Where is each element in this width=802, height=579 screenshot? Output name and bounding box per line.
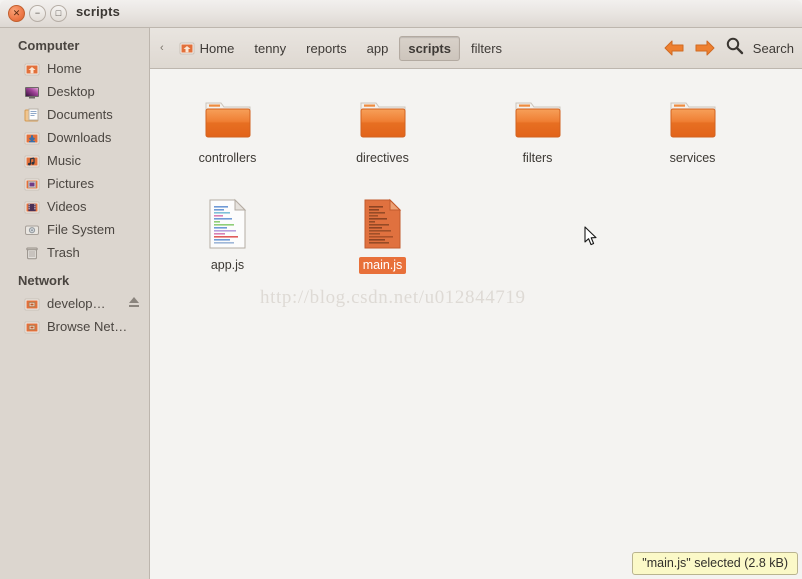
- file-manager-window: ✕ − □ scripts Computer Home Desktop Docu…: [0, 0, 802, 579]
- sidebar-item-documents[interactable]: Documents: [0, 103, 149, 126]
- sidebar-item-trash[interactable]: Trash: [0, 241, 149, 264]
- home-folder-icon: [24, 61, 40, 77]
- watermark-text: http://blog.csdn.net/u012844719: [260, 287, 526, 308]
- sidebar-heading-computer: Computer: [18, 38, 80, 53]
- item-label: app.js: [210, 257, 245, 272]
- search-label[interactable]: Search: [753, 41, 794, 56]
- sidebar-item-desktop[interactable]: Desktop: [0, 80, 149, 103]
- folder-item-controllers[interactable]: controllers: [150, 83, 305, 168]
- window-controls: ✕ − □: [8, 5, 67, 22]
- desktop-monitor-icon: [24, 84, 40, 100]
- drive-icon: [24, 222, 40, 238]
- breadcrumb-tenny[interactable]: tenny: [245, 36, 295, 61]
- sidebar-item-label: Desktop: [47, 84, 95, 99]
- breadcrumb-label: Home: [199, 40, 235, 56]
- item-label: filters: [522, 151, 553, 165]
- folder-icon: [615, 91, 770, 143]
- file-icon-view[interactable]: controllers directives filters services …: [150, 69, 802, 579]
- sidebar-item-pictures[interactable]: Pictures: [0, 172, 149, 195]
- sidebar-item-browse-network[interactable]: Browse Net…: [0, 315, 149, 338]
- sidebar-item-label: Videos: [47, 199, 87, 214]
- forward-arrow-icon[interactable]: [694, 38, 716, 58]
- file-item-main-js[interactable]: main.js: [305, 190, 460, 275]
- sidebar[interactable]: Computer Home Desktop Documents Download…: [0, 28, 150, 579]
- breadcrumb-label: app: [366, 40, 389, 56]
- item-label: services: [669, 151, 716, 165]
- item-label: directives: [356, 151, 409, 165]
- breadcrumb-label: reports: [306, 40, 347, 56]
- search-icon[interactable]: [725, 36, 744, 60]
- network-browse-icon: [24, 319, 40, 335]
- sidebar-item-label: Downloads: [47, 130, 112, 145]
- downloads-folder-icon: [24, 130, 40, 146]
- pathbar: ‹ Home tenny reports app scripts filters…: [150, 28, 802, 69]
- back-arrow-icon[interactable]: [663, 38, 685, 58]
- sidebar-item-label: Browse Net…: [47, 319, 128, 334]
- eject-icon[interactable]: [129, 297, 139, 307]
- home-folder-icon: [179, 40, 195, 56]
- breadcrumb-label: filters: [470, 40, 503, 56]
- item-label: controllers: [198, 151, 257, 165]
- icon-row: controllers directives filters services: [150, 83, 802, 168]
- sidebar-item-label: develop…: [47, 296, 106, 311]
- sidebar-item-music[interactable]: Music: [0, 149, 149, 172]
- pictures-folder-icon: [24, 176, 40, 192]
- sidebar-item-label: Music: [47, 153, 81, 168]
- breadcrumb-label: tenny: [254, 40, 287, 56]
- breadcrumb-overflow-icon[interactable]: ‹: [150, 42, 170, 54]
- sidebar-item-file-system[interactable]: File System: [0, 218, 149, 241]
- js-document-icon: [150, 198, 305, 250]
- pathbar-controls: Search: [663, 36, 802, 60]
- file-item-app-js[interactable]: app.js: [150, 190, 305, 275]
- sidebar-item-label: Documents: [47, 107, 113, 122]
- window-title: scripts: [76, 4, 121, 19]
- breadcrumb-filters[interactable]: filters: [462, 36, 511, 61]
- breadcrumb-app[interactable]: app: [358, 36, 398, 61]
- network-share-icon: [24, 296, 40, 312]
- sidebar-item-develop[interactable]: develop…: [0, 292, 149, 315]
- item-label: main.js: [358, 256, 407, 275]
- sidebar-item-downloads[interactable]: Downloads: [0, 126, 149, 149]
- folder-item-directives[interactable]: directives: [305, 83, 460, 168]
- music-folder-icon: [24, 153, 40, 169]
- folder-icon: [150, 91, 305, 143]
- sidebar-heading-network: Network: [18, 273, 70, 288]
- close-button[interactable]: ✕: [8, 5, 25, 22]
- sidebar-item-label: Pictures: [47, 176, 94, 191]
- sidebar-item-label: Trash: [47, 245, 80, 260]
- breadcrumb-scripts[interactable]: scripts: [399, 35, 460, 61]
- folder-item-services[interactable]: services: [615, 83, 770, 168]
- js-document-icon-selected: [305, 198, 460, 250]
- sidebar-item-home[interactable]: Home: [0, 57, 149, 80]
- maximize-button[interactable]: □: [50, 5, 67, 22]
- folder-icon: [305, 91, 460, 143]
- titlebar: ✕ − □ scripts: [0, 0, 802, 28]
- trash-icon: [24, 245, 40, 261]
- sidebar-item-videos[interactable]: Videos: [0, 195, 149, 218]
- icon-row: app.js main.js: [150, 190, 802, 275]
- breadcrumb-label: scripts: [408, 40, 451, 56]
- documents-folder-icon: [24, 107, 40, 123]
- breadcrumb-home[interactable]: Home: [170, 35, 244, 61]
- breadcrumb-reports[interactable]: reports: [297, 36, 355, 61]
- folder-icon: [460, 91, 615, 143]
- sidebar-item-label: File System: [47, 222, 115, 237]
- status-badge: "main.js" selected (2.8 kB): [632, 552, 798, 575]
- videos-folder-icon: [24, 199, 40, 215]
- minimize-button[interactable]: −: [29, 5, 46, 22]
- folder-item-filters[interactable]: filters: [460, 83, 615, 168]
- sidebar-item-label: Home: [47, 61, 82, 76]
